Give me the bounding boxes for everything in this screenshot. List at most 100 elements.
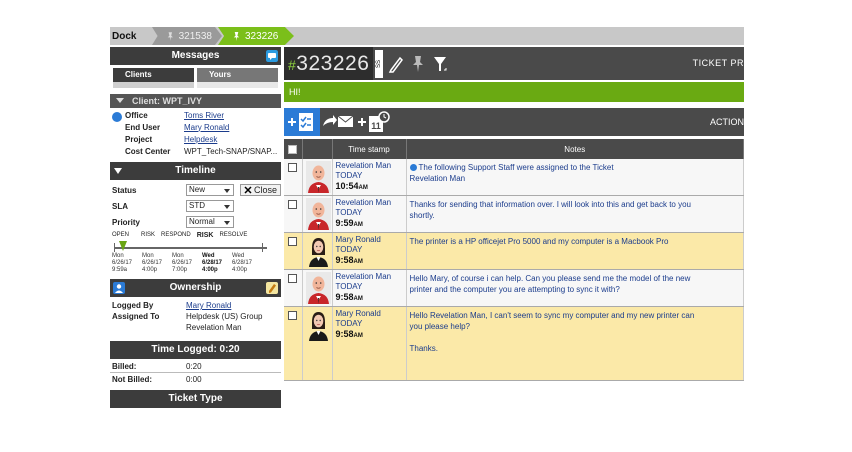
ownership-header[interactable]: Ownership <box>110 279 281 297</box>
author-name[interactable]: Revelation Man <box>336 161 406 171</box>
notes-header[interactable]: Notes <box>406 139 744 159</box>
messages-header: Messages <box>110 47 281 65</box>
close-button[interactable]: Close <box>240 184 282 196</box>
row-timestamp-cell: Mary Ronald TODAY 9:58AM <box>332 232 407 270</box>
x-icon <box>244 186 252 194</box>
date-time: 4:00p <box>202 267 218 273</box>
row-note-cell: Hello Revelation Man, I can't seem to sy… <box>406 306 744 381</box>
author-name[interactable]: Mary Ronald <box>336 235 406 245</box>
end-user-link[interactable]: Mary Ronald <box>184 123 281 132</box>
row-checkbox-cell <box>284 159 303 196</box>
ticket-number-text: 323226 <box>296 52 370 75</box>
author-name[interactable]: Revelation Man <box>336 198 406 208</box>
ticket-number: #323226 <box>284 47 374 80</box>
date-value: 6/26/17 <box>112 260 133 266</box>
stage-label: RESOLVE <box>219 232 248 238</box>
table-row[interactable]: Mary Ronald TODAY 9:58AM Hello Revelatio… <box>284 306 744 381</box>
row-checkbox[interactable] <box>288 311 297 320</box>
timestamp-time: 9:58AM <box>336 329 406 341</box>
note-line: you please help? <box>409 322 471 331</box>
note-line: Hello Revelation Man, I can't seem to sy… <box>410 310 744 321</box>
client-header[interactable]: Client: WPT_IVY <box>110 94 281 108</box>
timestamp-header[interactable]: Time stamp <box>332 139 407 159</box>
date-day: Wed <box>232 253 245 259</box>
client-field-project: Project Helpdesk <box>110 133 281 145</box>
timestamp-day: TODAY <box>335 171 363 180</box>
timestamp-day: TODAY <box>335 282 363 291</box>
dock-tab-323226[interactable]: 323226 <box>218 27 294 45</box>
table-row[interactable]: Revelation Man TODAY 9:59AM Thanks for s… <box>284 195 744 233</box>
date-day: Wed <box>202 253 215 259</box>
ticket-greeting: HI! <box>284 82 744 102</box>
time-value: 9:59 <box>335 218 354 228</box>
collapse-triangle-icon <box>114 168 122 174</box>
logged-by-link[interactable]: Mary Ronald <box>186 300 231 311</box>
note-text: Hello Revelation Man, I can't seem to sy… <box>409 311 695 320</box>
row-checkbox-cell <box>284 306 303 381</box>
client-fields: Office Toms River End User Mary Ronald P… <box>110 108 281 157</box>
timeline-date: Wed 6/28/17 4:00p <box>232 253 262 274</box>
timeline-tick <box>114 243 115 252</box>
time-value: 9:58 <box>335 255 354 265</box>
author-name[interactable]: Mary Ronald <box>336 309 406 319</box>
messages-tab-underline <box>110 82 281 88</box>
add-calendar-icon[interactable]: 11 <box>356 108 392 136</box>
time-logged-header[interactable]: Time Logged: 0:20 <box>110 341 281 359</box>
assigned-to-row: Assigned To Helpdesk (US) Group <box>110 311 281 322</box>
not-billed-value: 0:00 <box>186 374 202 384</box>
select-all-checkbox[interactable] <box>288 144 298 154</box>
row-checkbox[interactable] <box>288 200 297 209</box>
ticket-type-header[interactable]: Ticket Type <box>110 390 281 408</box>
user-icon <box>113 282 125 294</box>
billed-label: Billed: <box>112 362 137 371</box>
field-key: Project <box>125 134 153 144</box>
timestamp-time: 9:58AM <box>336 255 406 267</box>
author-name[interactable]: Revelation Man <box>336 272 406 282</box>
sla-select[interactable]: STD <box>186 200 234 212</box>
filter-icon[interactable] <box>429 47 451 80</box>
row-checkbox[interactable] <box>288 163 297 172</box>
pencil-icon[interactable] <box>385 47 407 80</box>
forward-email-icon[interactable] <box>320 108 356 136</box>
row-checkbox[interactable] <box>288 237 297 246</box>
office-link[interactable]: Toms River <box>184 111 281 120</box>
edit-icon[interactable] <box>266 282 278 294</box>
table-row[interactable]: Revelation Man TODAY 9:58AM Hello Mary, … <box>284 269 744 307</box>
assigned-person: Revelation Man <box>186 323 242 332</box>
svg-text:11: 11 <box>371 121 381 131</box>
project-link[interactable]: Helpdesk <box>184 135 281 144</box>
date-value: 6/26/17 <box>172 260 193 266</box>
avatar-man-icon <box>305 161 331 193</box>
sla-row: SLA STD <box>110 198 281 214</box>
timeline-track <box>114 239 267 253</box>
tab-yours[interactable]: Yours <box>197 68 278 82</box>
note-line: The printer is a HP officejet Pro 5000 a… <box>410 236 744 247</box>
status-select[interactable]: New <box>186 184 234 196</box>
not-billed-label: Not Billed: <box>112 374 152 384</box>
tab-clients[interactable]: Clients <box>113 68 194 82</box>
stage-label: RISK <box>141 232 156 238</box>
time-ampm: AM <box>353 259 363 265</box>
row-checkbox[interactable] <box>288 274 297 283</box>
ss-badge[interactable]: SS <box>375 49 384 78</box>
row-avatar-cell <box>302 306 333 381</box>
row-note-cell: Hello Mary, of course i can help. Can yo… <box>406 269 744 307</box>
chat-icon[interactable] <box>266 50 278 62</box>
pin-icon[interactable] <box>407 47 429 80</box>
stage-label: RISK <box>196 232 214 239</box>
priority-select[interactable]: Normal <box>186 216 234 228</box>
client-field-cost-center: Cost Center WPT_Tech-SNAP/SNAP... <box>110 145 281 157</box>
dock-tab-321538[interactable]: 321538 <box>152 27 222 45</box>
table-row[interactable]: Mary Ronald TODAY 9:58AM The printer is … <box>284 232 744 270</box>
assigned-group: Helpdesk (US) Group <box>186 312 263 321</box>
add-note-icon[interactable] <box>284 108 320 136</box>
table-row[interactable]: Revelation Man TODAY 10:54AM The followi… <box>284 159 744 196</box>
pin-icon <box>167 31 173 41</box>
timeline-header[interactable]: Timeline <box>110 162 281 180</box>
note-text: The following Support Staff were assigne… <box>418 163 614 172</box>
note-line: The following Support Staff were assigne… <box>409 162 744 173</box>
stage-label: RESPOND <box>161 232 191 238</box>
timeline-dates: Mon 6/26/17 9:59a Mon 6/26/17 4:00p Mon 6/26/… <box>110 253 281 274</box>
row-timestamp-cell: Revelation Man TODAY 9:58AM <box>332 269 407 307</box>
row-checkbox-cell <box>284 269 303 307</box>
